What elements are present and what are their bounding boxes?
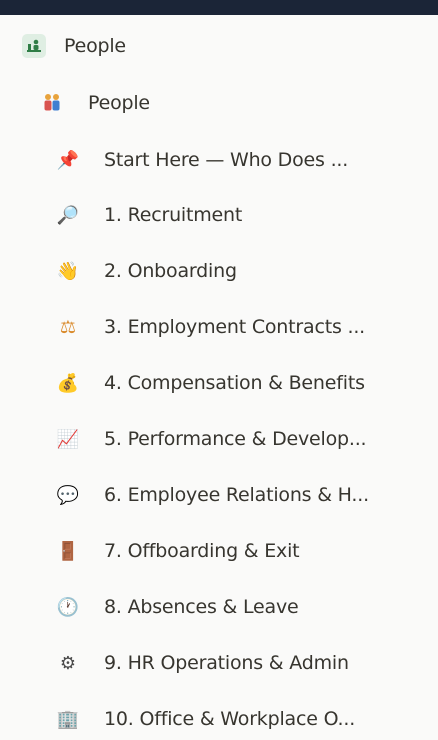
sidebar-item-hr-operations[interactable]: ⚙ 9. HR Operations & Admin	[0, 638, 438, 688]
sidebar-item-office-workplace[interactable]: 🏢 10. Office & Workplace O...	[0, 694, 438, 740]
scales-icon: ⚖	[59, 316, 77, 338]
gear-icon: ⚙	[59, 652, 77, 674]
teamspace-label: People	[64, 35, 126, 57]
money-bag-icon: 💰	[56, 372, 80, 394]
magnifier-icon: 🔎	[56, 204, 80, 226]
sidebar-item-label: 8. Absences & Leave	[104, 596, 299, 618]
sidebar-item-label: Start Here — Who Does ...	[104, 149, 349, 171]
sidebar-item-label: 3. Employment Contracts ...	[104, 316, 366, 338]
sidebar-item-compensation[interactable]: 💰 4. Compensation & Benefits	[0, 358, 438, 408]
chart-board-icon: 📈	[56, 428, 80, 450]
speech-bubble-icon: 💬	[56, 484, 80, 506]
sidebar-item-label: 6. Employee Relations & H...	[104, 484, 369, 506]
sidebar-item-label: 10. Office & Workplace O...	[104, 708, 356, 730]
sidebar-item-teamspace-people[interactable]: People	[0, 21, 438, 71]
sidebar-item-recruitment[interactable]: 🔎 1. Recruitment	[0, 190, 438, 240]
door-icon: 🚪	[56, 540, 80, 562]
teamspace-people-icon	[22, 34, 46, 58]
sidebar-item-label: 9. HR Operations & Admin	[104, 652, 349, 674]
clock-icon: 🕐	[56, 596, 80, 618]
sidebar-item-employee-relations[interactable]: 💬 6. Employee Relations & H...	[0, 470, 438, 520]
sidebar-item-onboarding[interactable]: 👋 2. Onboarding	[0, 246, 438, 296]
waving-hand-icon: 👋	[56, 260, 80, 282]
office-building-icon: 🏢	[56, 708, 80, 730]
sidebar-item-employment-contracts[interactable]: ⚖ 3. Employment Contracts ...	[0, 302, 438, 352]
pushpin-icon: 📌	[56, 149, 80, 171]
sidebar-page-tree: People People 📌 Start Here — Who Does ..…	[0, 15, 438, 740]
sidebar-item-people[interactable]: People	[0, 78, 438, 128]
sidebar-item-label: 7. Offboarding & Exit	[104, 540, 300, 562]
sidebar-item-performance[interactable]: 📈 5. Performance & Develop...	[0, 414, 438, 464]
sidebar-item-absences[interactable]: 🕐 8. Absences & Leave	[0, 582, 438, 632]
sidebar-item-label: 5. Performance & Develop...	[104, 428, 367, 450]
sidebar-item-label: 2. Onboarding	[104, 260, 237, 282]
people-icon	[40, 91, 64, 115]
sidebar-item-start-here[interactable]: 📌 Start Here — Who Does ...	[0, 135, 438, 185]
page-label: People	[88, 92, 150, 114]
sidebar-item-offboarding[interactable]: 🚪 7. Offboarding & Exit	[0, 526, 438, 576]
sidebar-item-label: 4. Compensation & Benefits	[104, 372, 365, 394]
sidebar-item-label: 1. Recruitment	[104, 204, 243, 226]
